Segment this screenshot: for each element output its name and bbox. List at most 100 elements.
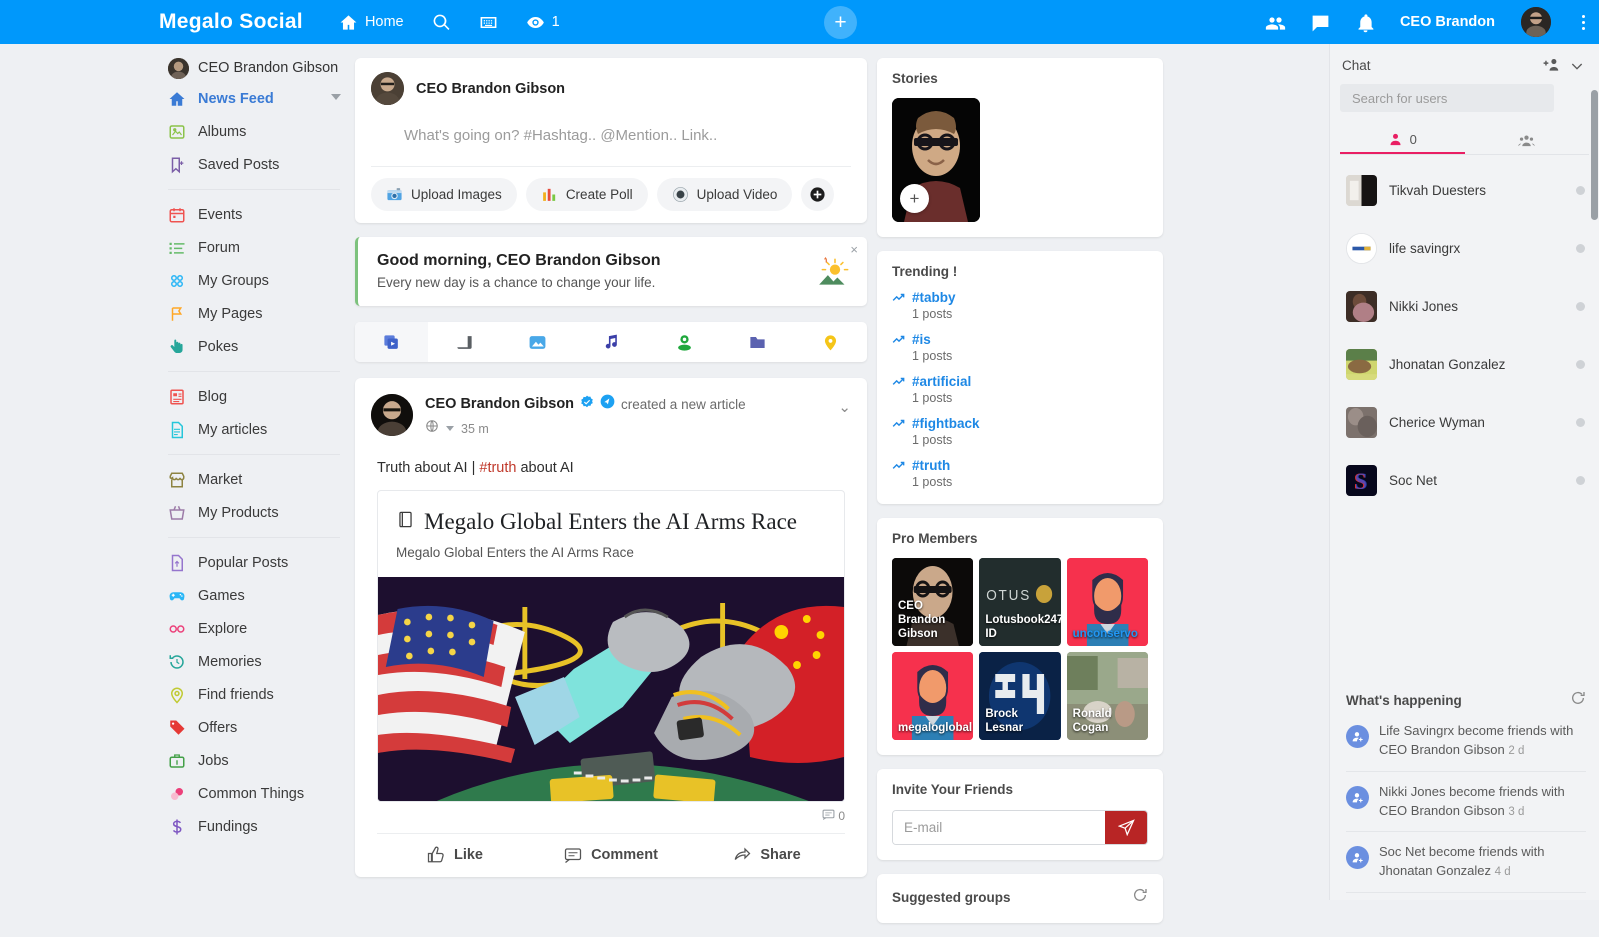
account-name[interactable]: CEO Brandon (1400, 14, 1495, 30)
post-input[interactable]: What's going on? #Hashtag.. @Mention.. L… (371, 105, 851, 166)
sidebar-item-pokes[interactable]: Pokes (168, 330, 355, 363)
nav-views[interactable]: 1 (526, 13, 560, 32)
sidebar-item-explore[interactable]: Explore (168, 612, 355, 645)
trending-item[interactable]: #fightback 1 posts (892, 416, 1148, 447)
article-preview[interactable]: Megalo Global Enters the AI Arms Race Me… (377, 490, 845, 802)
keyboard-icon[interactable] (479, 13, 498, 32)
tab-music[interactable] (574, 322, 647, 362)
chat-user-row[interactable]: Tikvah Duesters (1330, 161, 1599, 219)
bell-icon[interactable] (1355, 13, 1374, 32)
chat-tab-people[interactable]: 0 (1340, 126, 1465, 154)
brand-logo[interactable]: Megalo Social (159, 10, 303, 34)
tab-live[interactable] (648, 322, 721, 362)
greeting-title: Good morning, CEO Brandon Gibson (377, 252, 661, 269)
pro-member-cell[interactable]: CEO Brandon Gibson (892, 558, 974, 646)
invite-email-input[interactable] (893, 811, 1105, 844)
upload-video-button[interactable]: Upload Video (656, 178, 793, 211)
sidebar-item-my-articles[interactable]: My articles (168, 413, 355, 446)
sidebar-item-find-friends[interactable]: Find friends (168, 678, 355, 711)
sidebar-item-fundings[interactable]: Fundings (168, 810, 355, 843)
sidebar-item-market[interactable]: Market (168, 463, 355, 496)
upload-images-button[interactable]: Upload Images (371, 178, 517, 211)
activity-item[interactable]: Soc Net become friends with Jhonatan Gon… (1346, 832, 1586, 894)
sidebar-item-offers[interactable]: Offers (168, 711, 355, 744)
sidebar-item-blog[interactable]: Blog (168, 380, 355, 413)
messages-icon[interactable] (1310, 13, 1329, 32)
sidebar-item-label: Offers (198, 719, 238, 736)
tab-text-posts[interactable] (428, 322, 501, 362)
sidebar-item-my-products[interactable]: My Products (168, 496, 355, 529)
activity-item[interactable]: Life Savingrx become friends with CEO Br… (1346, 711, 1586, 772)
chevron-down-icon[interactable] (1569, 58, 1585, 74)
more-tools-button[interactable] (801, 178, 835, 211)
search-icon[interactable] (432, 13, 451, 32)
avatar[interactable] (371, 394, 413, 436)
sidebar-item-label: My Products (198, 504, 279, 521)
chat-search-input[interactable] (1340, 84, 1554, 112)
comment-button[interactable]: Comment (533, 846, 689, 864)
friends-icon[interactable] (1265, 13, 1286, 32)
trending-item[interactable]: #tabby 1 posts (892, 290, 1148, 321)
sidebar-item-label: Market (198, 471, 243, 488)
sidebar-item-albums[interactable]: Albums (168, 115, 355, 148)
sidebar-profile-link[interactable]: CEO Brandon Gibson (168, 58, 355, 79)
trending-tag-row[interactable]: #fightback (892, 416, 1148, 431)
trending-item[interactable]: #artificial 1 posts (892, 374, 1148, 405)
trending-item[interactable]: #truth 1 posts (892, 458, 1148, 489)
sidebar-item-my-pages[interactable]: My Pages (168, 297, 355, 330)
add-people-icon[interactable] (1542, 56, 1561, 75)
create-poll-button[interactable]: Create Poll (525, 178, 648, 211)
invite-send-button[interactable] (1105, 811, 1147, 844)
sidebar-item-memories[interactable]: Memories (168, 645, 355, 678)
pro-member-cell[interactable]: Brock Lesnar (979, 652, 1061, 740)
sidebar-item-jobs[interactable]: Jobs (168, 744, 355, 777)
chat-user-row[interactable]: Cherice Wyman (1330, 393, 1599, 451)
tab-all-posts[interactable] (355, 322, 429, 362)
story-tile[interactable]: + (892, 98, 980, 222)
chat-user-row[interactable]: SS Soc Net (1330, 451, 1599, 509)
trending-tag-row[interactable]: #is (892, 332, 1148, 347)
refresh-icon[interactable] (1132, 887, 1148, 908)
sidebar-item-events[interactable]: Events (168, 198, 355, 231)
article-image[interactable] (378, 576, 844, 801)
pro-member-cell[interactable]: megaloglobal (892, 652, 974, 740)
share-button[interactable]: Share (689, 846, 845, 864)
chat-user-row[interactable]: life savingrx (1330, 219, 1599, 277)
tab-files[interactable] (721, 322, 794, 362)
sidebar-item-common-things[interactable]: Common Things (168, 777, 355, 810)
trending-tag-row[interactable]: #artificial (892, 374, 1148, 389)
activity-item[interactable]: Nikki Jones become friends with CEO Bran… (1346, 772, 1586, 833)
chat-user-row[interactable]: Nikki Jones (1330, 277, 1599, 335)
sidebar-item-forum[interactable]: Forum (168, 231, 355, 264)
create-button[interactable]: + (824, 6, 857, 39)
like-button[interactable]: Like (377, 846, 533, 864)
pro-member-cell[interactable]: OTUS Lotusbook247 ID (979, 558, 1061, 646)
more-options-icon[interactable] (1577, 12, 1589, 33)
sidebar-item-games[interactable]: Games (168, 579, 355, 612)
sidebar-item-my-groups[interactable]: My Groups (168, 264, 355, 297)
tool-label: Create Poll (565, 187, 633, 202)
post-hashtag[interactable]: #truth (479, 460, 516, 476)
chat-tab-groups[interactable] (1465, 126, 1590, 154)
pro-member-cell[interactable]: unconservo (1066, 558, 1148, 646)
trending-tag-row[interactable]: #tabby (892, 290, 1148, 305)
sidebar-item-saved-posts[interactable]: Saved Posts (168, 148, 355, 181)
add-friend-icon (1346, 846, 1369, 870)
post-menu-chevron-icon[interactable]: ⌄ (838, 394, 851, 416)
sidebar-item-popular-posts[interactable]: Popular Posts (168, 546, 355, 579)
trending-item[interactable]: #is 1 posts (892, 332, 1148, 363)
chevron-down-icon[interactable] (446, 426, 454, 431)
avatar[interactable] (1521, 7, 1551, 37)
nav-home[interactable]: Home (339, 13, 404, 32)
add-story-button[interactable]: + (900, 184, 929, 213)
chat-scrollbar[interactable] (1591, 90, 1598, 220)
refresh-icon[interactable] (1570, 690, 1586, 711)
pro-member-cell[interactable]: Ronald Cogan (1066, 652, 1148, 740)
post-author[interactable]: CEO Brandon Gibson (425, 396, 574, 412)
chevron-down-icon[interactable] (331, 94, 341, 100)
tab-photos[interactable] (501, 322, 574, 362)
chat-user-row[interactable]: Jhonatan Gonzalez (1330, 335, 1599, 393)
sidebar-item-news-feed[interactable]: News Feed (168, 82, 355, 115)
trending-tag-row[interactable]: #truth (892, 458, 1148, 473)
tab-locations[interactable] (794, 322, 867, 362)
